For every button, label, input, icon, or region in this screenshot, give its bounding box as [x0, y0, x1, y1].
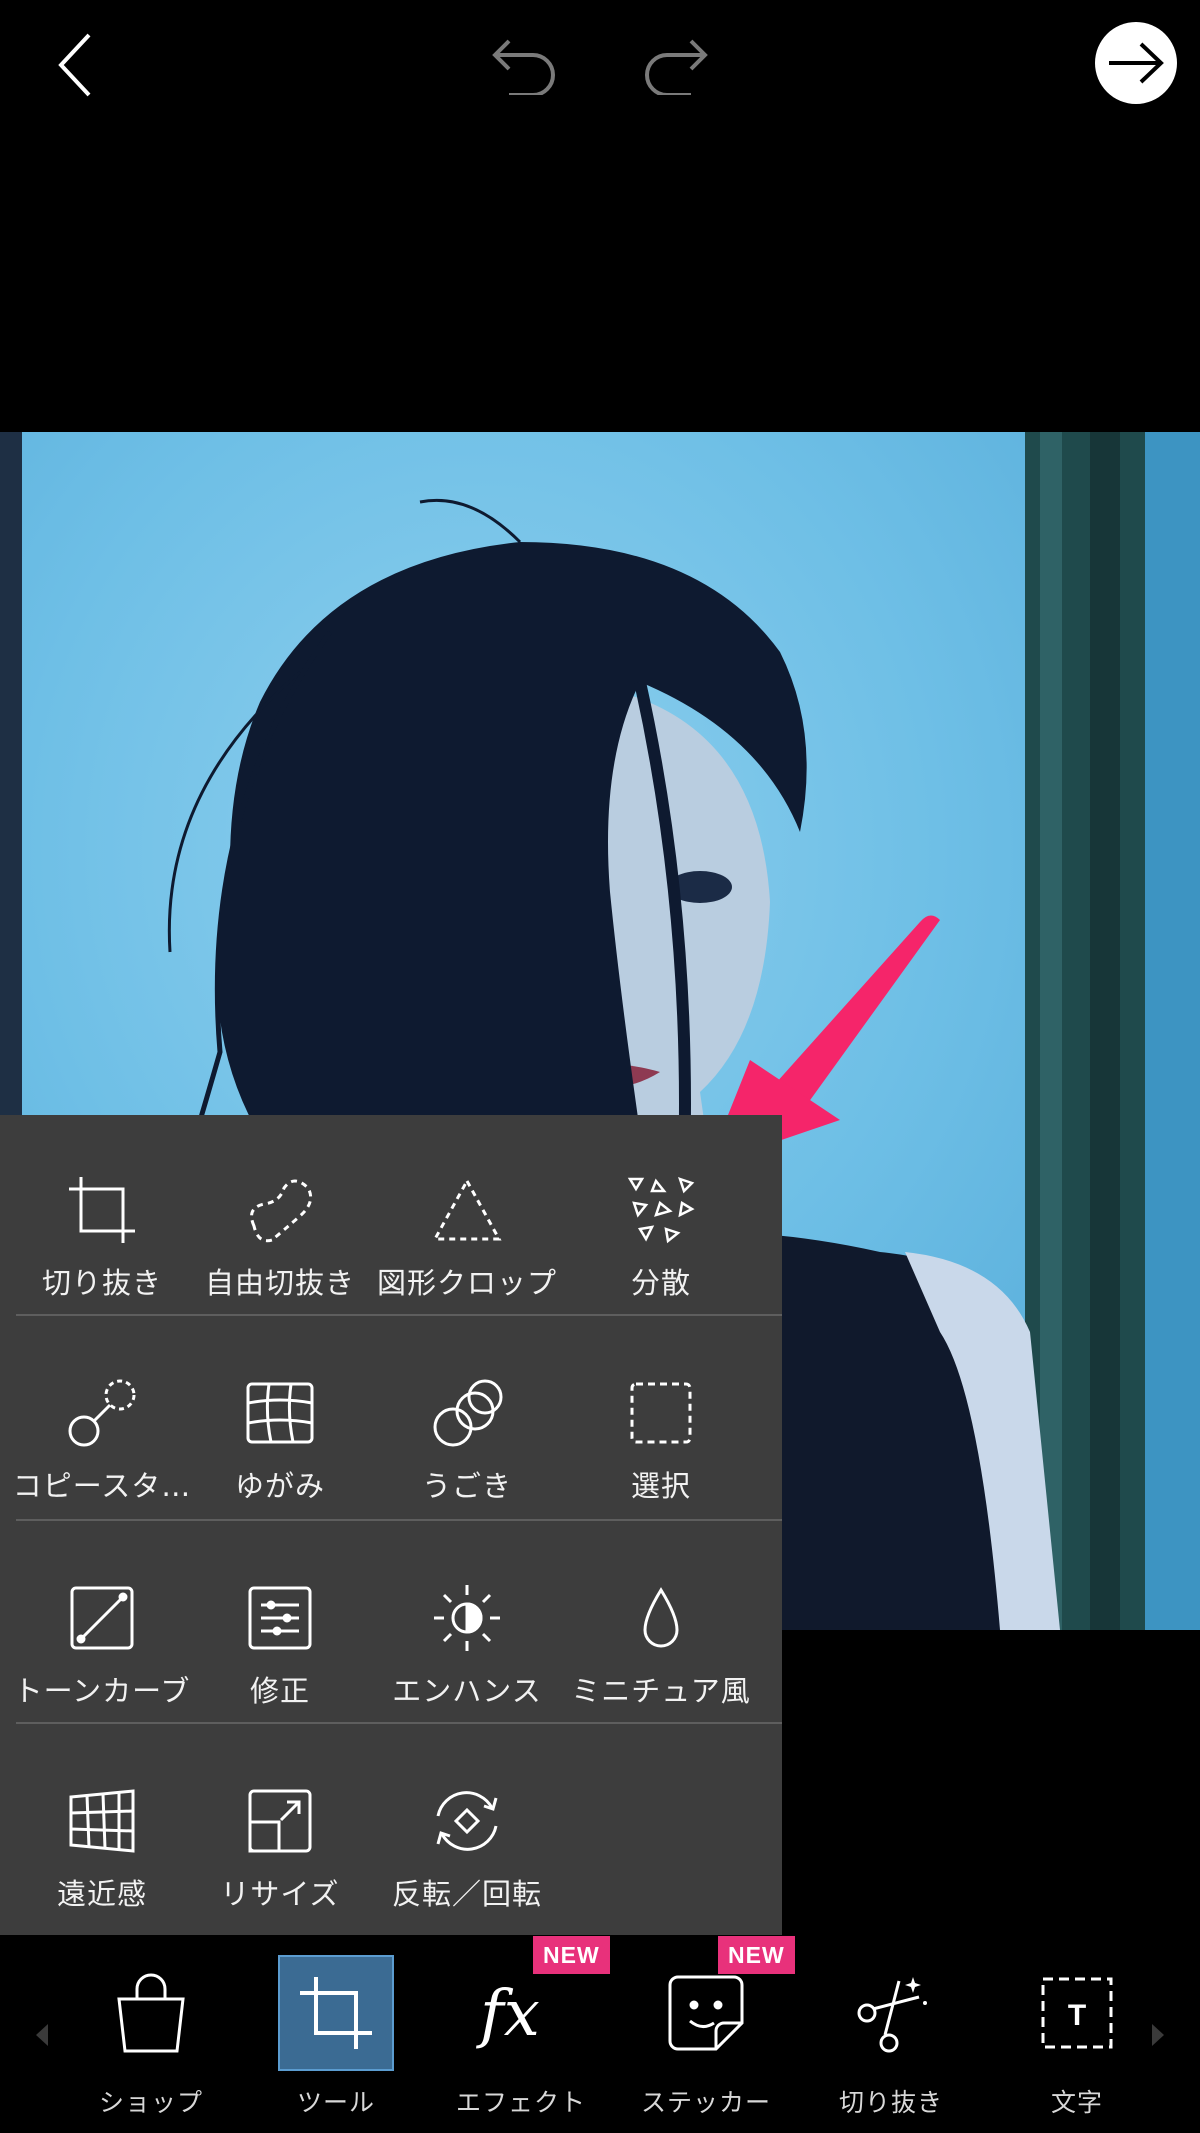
tool-label: うごき	[421, 1469, 512, 1503]
redo-button[interactable]	[630, 25, 720, 105]
shopping-bag-icon	[93, 1955, 209, 2071]
tool-warp[interactable]: ゆがみ	[185, 1373, 375, 1505]
tool-perspective[interactable]: 遠近感	[7, 1781, 197, 1913]
tool-select[interactable]: 選択	[566, 1373, 756, 1505]
tool-label: 分散	[630, 1266, 691, 1300]
tool-label: エンハンス	[392, 1674, 542, 1708]
tab-label: ツール	[296, 2088, 375, 2117]
tool-adjust[interactable]: 修正	[185, 1578, 375, 1710]
arrow-right-icon	[1109, 42, 1164, 84]
tool-free-crop[interactable]: 自由切抜き	[185, 1170, 375, 1302]
tab-shop[interactable]: ショップ	[66, 1955, 236, 2119]
tab-label: 切り抜き	[838, 2088, 943, 2117]
tool-dispersion[interactable]: 分散	[566, 1170, 756, 1302]
tab-text[interactable]: T 文字	[992, 1955, 1162, 2119]
tool-label: 反転／回転	[391, 1877, 542, 1911]
back-button[interactable]	[40, 25, 110, 105]
tool-label: リサイズ	[220, 1877, 340, 1911]
flip-rotate-icon	[427, 1781, 507, 1861]
tool-shape-crop[interactable]: 図形クロップ	[372, 1170, 562, 1302]
tool-label: ミニチュア風	[571, 1674, 751, 1708]
tool-motion[interactable]: うごき	[372, 1373, 562, 1505]
warp-icon	[240, 1373, 320, 1453]
fx-icon: fx	[463, 1955, 579, 2071]
tool-clone-stamp[interactable]: コピースタ…	[7, 1373, 197, 1505]
dispersion-icon	[621, 1170, 701, 1250]
tool-label: 遠近感	[56, 1877, 147, 1911]
tool-label: トーンカーブ	[13, 1674, 191, 1708]
shape-crop-icon	[427, 1170, 507, 1250]
tool-label: ゆがみ	[234, 1469, 325, 1503]
undo-button[interactable]	[480, 25, 570, 105]
perspective-icon	[62, 1781, 142, 1861]
tab-label: ステッカー	[640, 2088, 771, 2117]
tool-crop[interactable]: 切り抜き	[7, 1170, 197, 1302]
tool-tilt-shift[interactable]: ミニチュア風	[566, 1578, 756, 1710]
tool-label: 自由切抜き	[204, 1266, 355, 1300]
tab-stickers[interactable]: ステッカー	[621, 1955, 791, 2119]
crop-icon	[62, 1170, 142, 1250]
resize-icon	[240, 1781, 320, 1861]
tab-label: エフェクト	[455, 2088, 586, 2117]
tool-label: 切り抜き	[41, 1266, 162, 1300]
undo-icon	[492, 39, 555, 95]
row-divider	[16, 1519, 782, 1521]
svg-text:T: T	[1068, 1999, 1086, 2032]
tab-label: ショップ	[98, 2088, 203, 2117]
tool-resize[interactable]: リサイズ	[185, 1781, 375, 1913]
redo-icon	[645, 39, 708, 95]
tab-cutout[interactable]: 切り抜き	[806, 1955, 976, 2119]
chevron-left-icon	[58, 33, 91, 97]
free-crop-icon	[240, 1170, 320, 1250]
motion-icon	[427, 1373, 507, 1453]
crop-tool-icon	[278, 1955, 394, 2071]
clone-stamp-icon	[62, 1373, 142, 1453]
tool-label: 図形クロップ	[376, 1266, 557, 1300]
svg-text:fx: fx	[476, 1977, 540, 2051]
row-divider	[16, 1314, 782, 1316]
tab-label: 文字	[1050, 2088, 1103, 2117]
next-button[interactable]	[1095, 22, 1177, 104]
tool-tone-curve[interactable]: トーンカーブ	[7, 1578, 197, 1710]
cutout-scissors-icon	[833, 1955, 949, 2071]
sticker-icon	[648, 1955, 764, 2071]
tone-curve-icon	[62, 1578, 142, 1658]
tool-label: 選択	[630, 1469, 691, 1503]
tool-flip-rotate[interactable]: 反転／回転	[372, 1781, 562, 1913]
row-divider	[16, 1722, 782, 1724]
text-icon: T	[1019, 1955, 1135, 2071]
tilt-shift-icon	[621, 1578, 701, 1658]
tool-enhance[interactable]: エンハンス	[372, 1578, 562, 1710]
tab-effects[interactable]: fx エフェクト	[436, 1955, 606, 2119]
tab-tools[interactable]: ツール	[251, 1955, 421, 2119]
select-icon	[621, 1373, 701, 1453]
tool-label: 修正	[249, 1674, 310, 1708]
tool-label: コピースタ…	[12, 1469, 192, 1503]
adjust-icon	[240, 1578, 320, 1658]
tools-panel: 切り抜き 自由切抜き 図形クロップ 分散 コピースタ… ゆがみ うごき 選択 ト…	[0, 1115, 782, 1935]
enhance-icon	[427, 1578, 507, 1658]
scroll-left-icon[interactable]	[34, 2022, 50, 2048]
